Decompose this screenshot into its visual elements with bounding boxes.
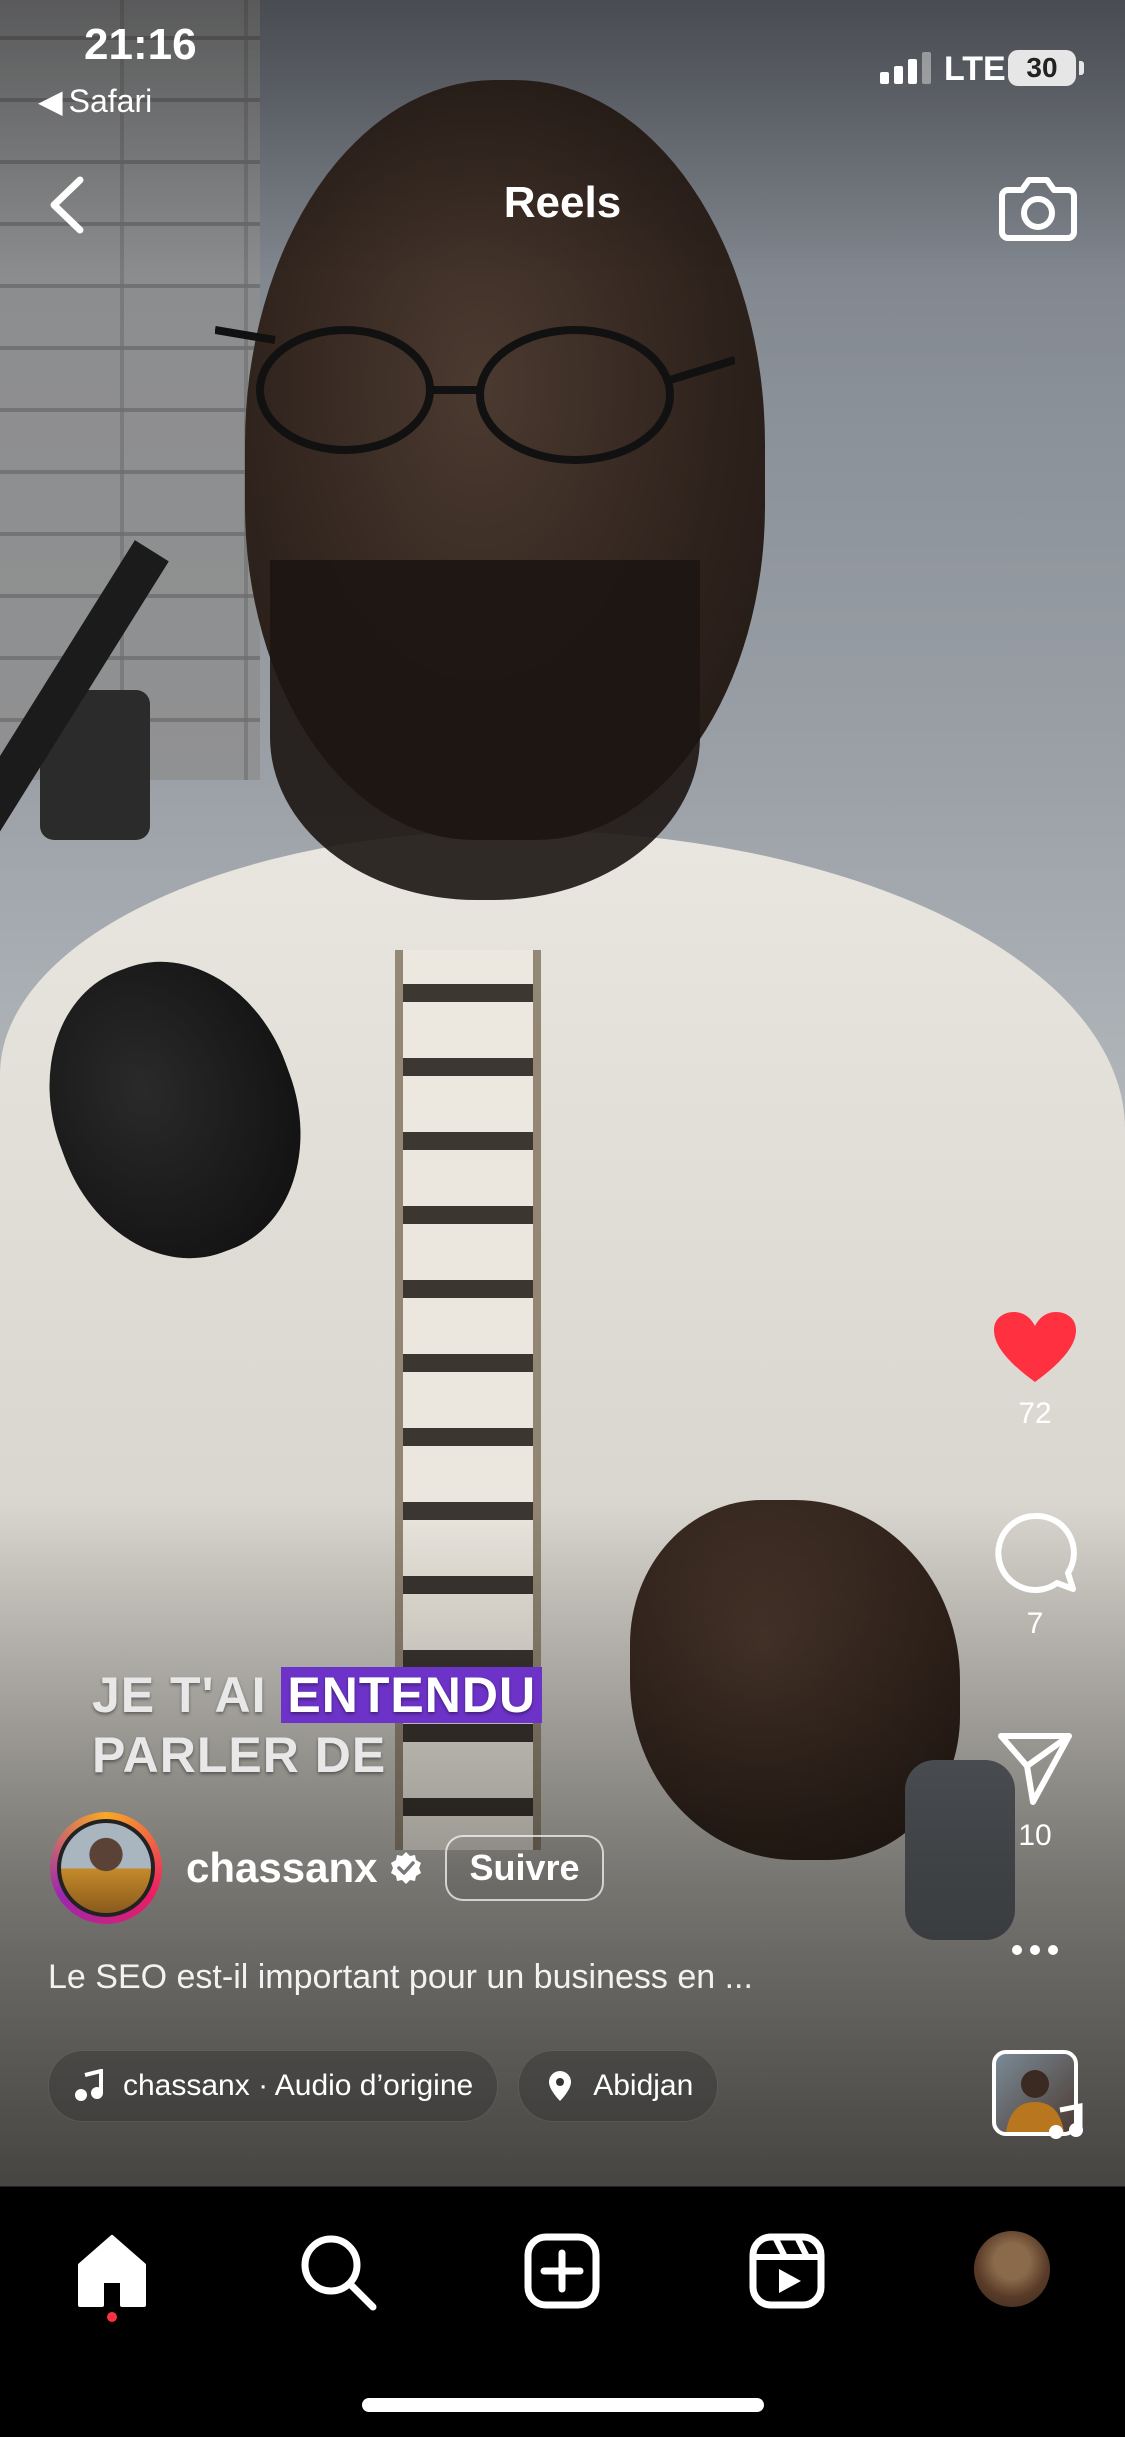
more-options-icon[interactable] bbox=[1010, 1940, 1060, 1960]
status-time: 21:16 bbox=[84, 20, 197, 69]
author-avatar-ring[interactable] bbox=[50, 1812, 162, 1924]
glasses bbox=[215, 326, 735, 464]
subtitle-line2: PARLER DE bbox=[92, 1727, 387, 1783]
music-note-icon bbox=[1049, 2102, 1083, 2139]
share-count: 10 bbox=[1018, 1819, 1052, 1852]
person-beard bbox=[270, 560, 700, 900]
network-label: LTE bbox=[944, 50, 1006, 88]
back-to-app[interactable]: ◀ Safari bbox=[38, 82, 152, 120]
page-title: Reels bbox=[503, 178, 622, 227]
comment-action[interactable]: 7 bbox=[980, 1510, 1090, 1641]
share-action[interactable]: 10 bbox=[980, 1728, 1090, 1853]
back-app-label: Safari bbox=[68, 82, 153, 119]
status-bar: 21:16 ◀ Safari LTE 30 bbox=[0, 0, 1125, 120]
location-chip[interactable]: Abidjan bbox=[518, 2050, 719, 2122]
subtitle-line1-plain: JE T'AI bbox=[92, 1667, 282, 1723]
reels-icon[interactable] bbox=[745, 2229, 829, 2313]
comment-icon[interactable] bbox=[992, 1510, 1078, 1596]
like-count: 72 bbox=[1018, 1397, 1052, 1430]
back-triangle-icon: ◀ bbox=[38, 83, 63, 119]
audio-chip-label: chassanx · Audio d’origine bbox=[123, 2069, 474, 2102]
music-note-icon bbox=[75, 2069, 103, 2101]
follow-button[interactable]: Suivre bbox=[445, 1835, 604, 1901]
author-row: chassanx Suivre bbox=[50, 1812, 604, 1924]
camera-icon[interactable] bbox=[998, 168, 1078, 244]
reel-caption[interactable]: Le SEO est-il important pour un business… bbox=[48, 1958, 753, 1997]
profile-avatar[interactable] bbox=[974, 2231, 1050, 2307]
like-action[interactable]: 72 bbox=[980, 1310, 1090, 1431]
home-icon[interactable] bbox=[70, 2229, 154, 2313]
create-icon[interactable] bbox=[520, 2229, 604, 2313]
home-indicator bbox=[362, 2398, 764, 2412]
battery-icon: 30 bbox=[1008, 50, 1084, 86]
heart-icon[interactable] bbox=[992, 1310, 1078, 1386]
audio-chip[interactable]: chassanx · Audio d’origine bbox=[48, 2050, 499, 2122]
verified-badge-icon bbox=[391, 1852, 422, 1884]
location-chip-label: Abidjan bbox=[593, 2069, 694, 2102]
avatar[interactable] bbox=[57, 1819, 155, 1917]
video-subtitle: JE T'AI ENTENDU PARLER DE bbox=[92, 1665, 543, 1785]
search-icon[interactable] bbox=[295, 2229, 379, 2313]
location-pin-icon bbox=[549, 2071, 572, 2101]
subtitle-line1-highlight: ENTENDU bbox=[281, 1667, 543, 1723]
meta-chips: chassanx · Audio d’origine Abidjan bbox=[48, 2050, 719, 2122]
author-username[interactable]: chassanx bbox=[186, 1844, 377, 1892]
send-icon[interactable] bbox=[995, 1728, 1075, 1808]
comment-count: 7 bbox=[1026, 1607, 1044, 1640]
active-tab-indicator bbox=[107, 2312, 117, 2322]
signal-icon bbox=[880, 52, 931, 84]
